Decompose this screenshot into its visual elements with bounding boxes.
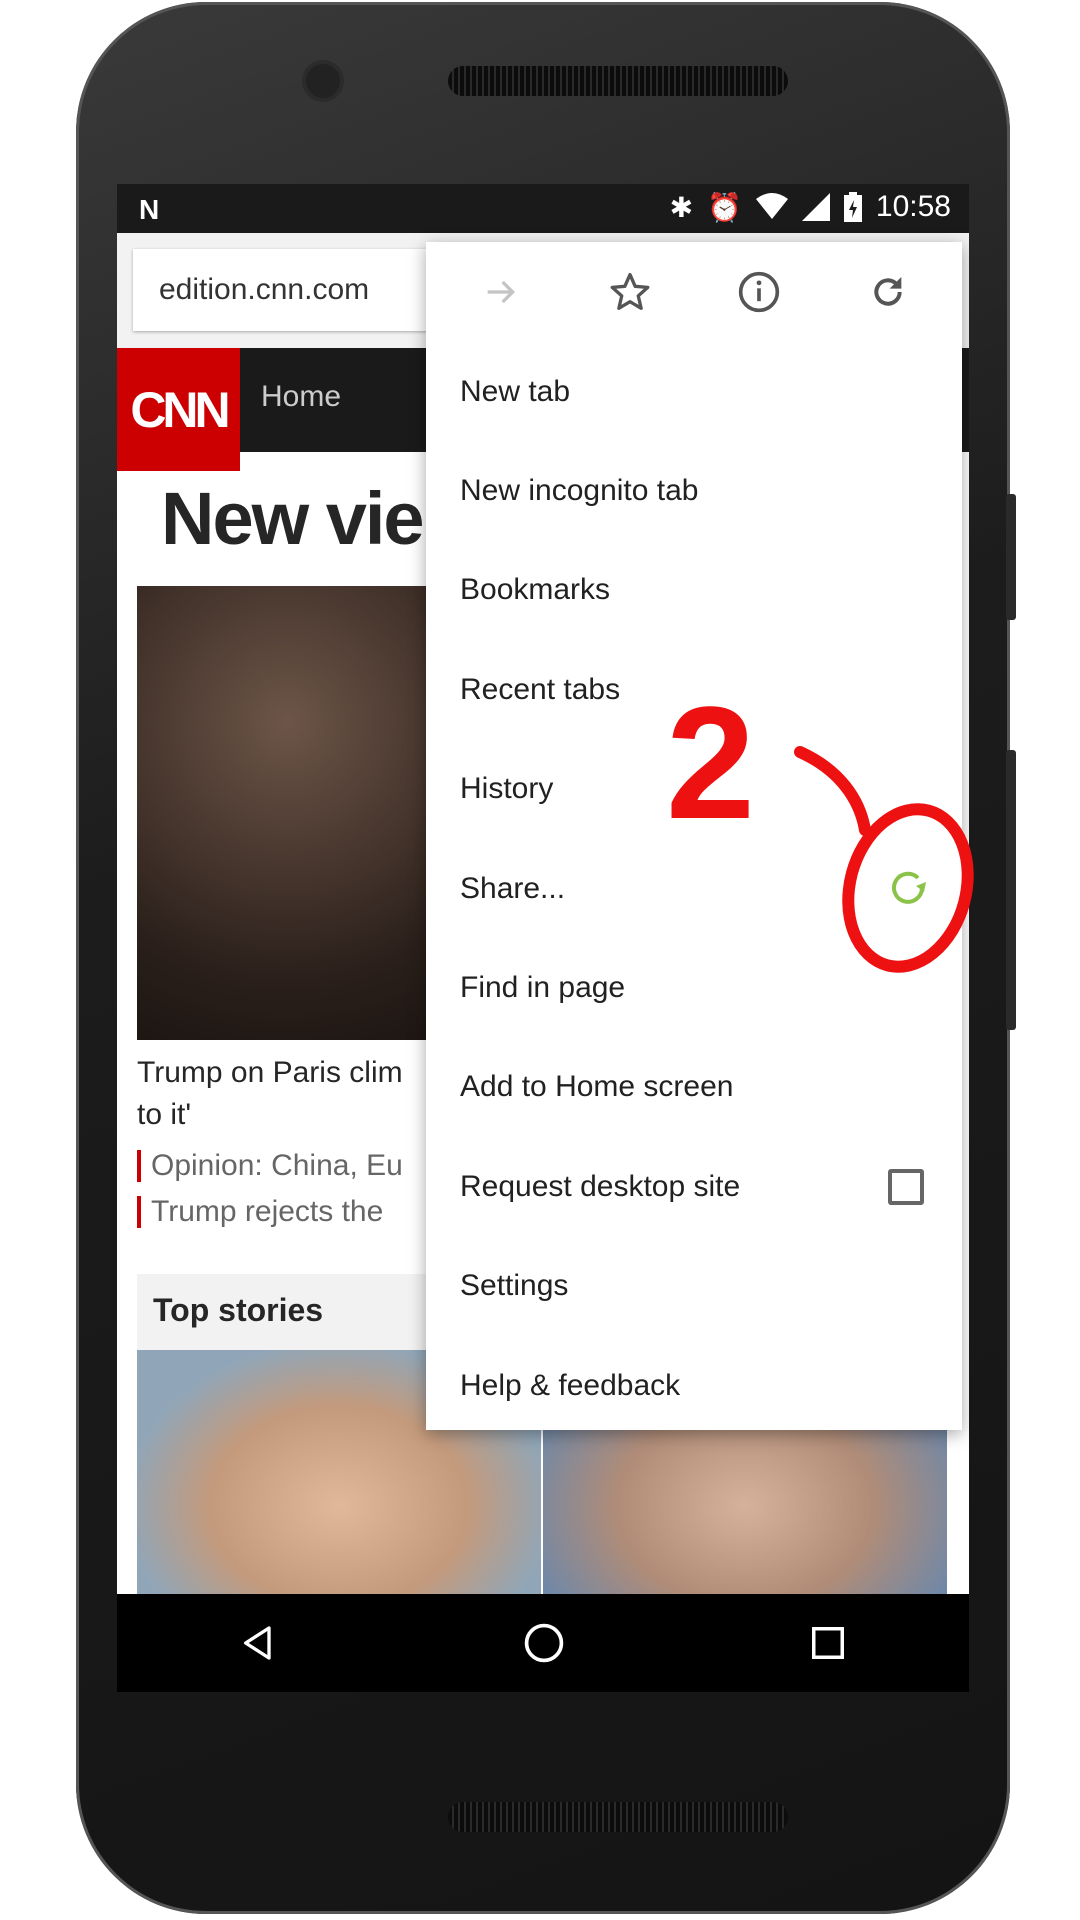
- front-camera: [306, 64, 340, 98]
- navigation-bar: [117, 1594, 969, 1692]
- menu-item-new-incognito-tab[interactable]: New incognito tab: [426, 441, 962, 540]
- power-button: [1006, 494, 1016, 620]
- menu-item-history[interactable]: History: [426, 740, 962, 839]
- cnn-logo[interactable]: CNN: [117, 348, 240, 471]
- refresh-icon[interactable]: [858, 262, 918, 322]
- menu-item-add-to-home-screen[interactable]: Add to Home screen: [426, 1038, 962, 1137]
- menu-item-settings[interactable]: Settings: [426, 1237, 962, 1336]
- recents-icon[interactable]: [809, 1624, 847, 1662]
- related-link-2[interactable]: Trump rejects the: [137, 1196, 383, 1228]
- menu-item-label: Bookmarks: [460, 573, 611, 607]
- menu-item-label: Share...: [460, 871, 566, 905]
- menu-item-share[interactable]: Share...: [426, 839, 962, 938]
- menu-item-label: Recent tabs: [460, 672, 621, 706]
- url-bar[interactable]: edition.cnn.com: [133, 249, 473, 331]
- menu-item-bookmarks[interactable]: Bookmarks: [426, 541, 962, 640]
- menu-item-label: New tab: [460, 374, 571, 408]
- menu-item-label: Find in page: [460, 971, 626, 1005]
- bottom-speaker: [448, 1802, 788, 1832]
- n-icon: N: [139, 194, 160, 225]
- menu-item-request-desktop-site[interactable]: Request desktop site: [426, 1137, 962, 1236]
- home-icon[interactable]: [522, 1621, 566, 1665]
- status-bar: N ✱ ⏰ 10:58: [117, 184, 969, 233]
- desktop-site-checkbox[interactable]: [888, 1168, 924, 1205]
- alarm-icon: ⏰: [707, 191, 742, 223]
- menu-item-find-in-page[interactable]: Find in page: [426, 938, 962, 1037]
- menu-item-label: Settings: [460, 1269, 569, 1303]
- battery-charging-icon: [843, 192, 862, 222]
- menu-item-label: History: [460, 772, 554, 806]
- headline[interactable]: New vie: [161, 476, 425, 561]
- menu-icon-row: [426, 242, 962, 342]
- menu-item-new-tab[interactable]: New tab: [426, 342, 962, 441]
- menu-item-recent-tabs[interactable]: Recent tabs: [426, 640, 962, 739]
- wifi-icon: [755, 193, 788, 219]
- bluetooth-icon: ✱: [669, 191, 694, 223]
- volume-button: [1006, 750, 1016, 1030]
- clock: 10:58: [875, 190, 951, 223]
- menu-item-label: Help & feedback: [460, 1368, 681, 1402]
- story-title-line2[interactable]: to it': [137, 1098, 191, 1132]
- related-link-1[interactable]: Opinion: China, Eu: [137, 1150, 403, 1182]
- back-icon[interactable]: [239, 1623, 279, 1663]
- forward-icon[interactable]: [471, 262, 531, 322]
- nav-home-link[interactable]: Home: [261, 380, 341, 414]
- overflow-menu: New tab New incognito tab Bookmarks Rece…: [426, 242, 962, 1430]
- menu-item-label: New incognito tab: [460, 474, 699, 508]
- info-icon[interactable]: [729, 262, 789, 322]
- story-title-line1[interactable]: Trump on Paris clim: [137, 1056, 403, 1090]
- earpiece-speaker: [448, 66, 788, 96]
- signal-icon: [801, 193, 830, 221]
- menu-item-label: Add to Home screen: [460, 1070, 734, 1104]
- menu-item-label: Request desktop site: [460, 1169, 741, 1203]
- star-icon[interactable]: [600, 262, 660, 322]
- menu-item-help-feedback[interactable]: Help & feedback: [426, 1336, 962, 1435]
- screen: N ✱ ⏰ 10:58 edition.cnn.com CNN Home New…: [117, 184, 969, 1692]
